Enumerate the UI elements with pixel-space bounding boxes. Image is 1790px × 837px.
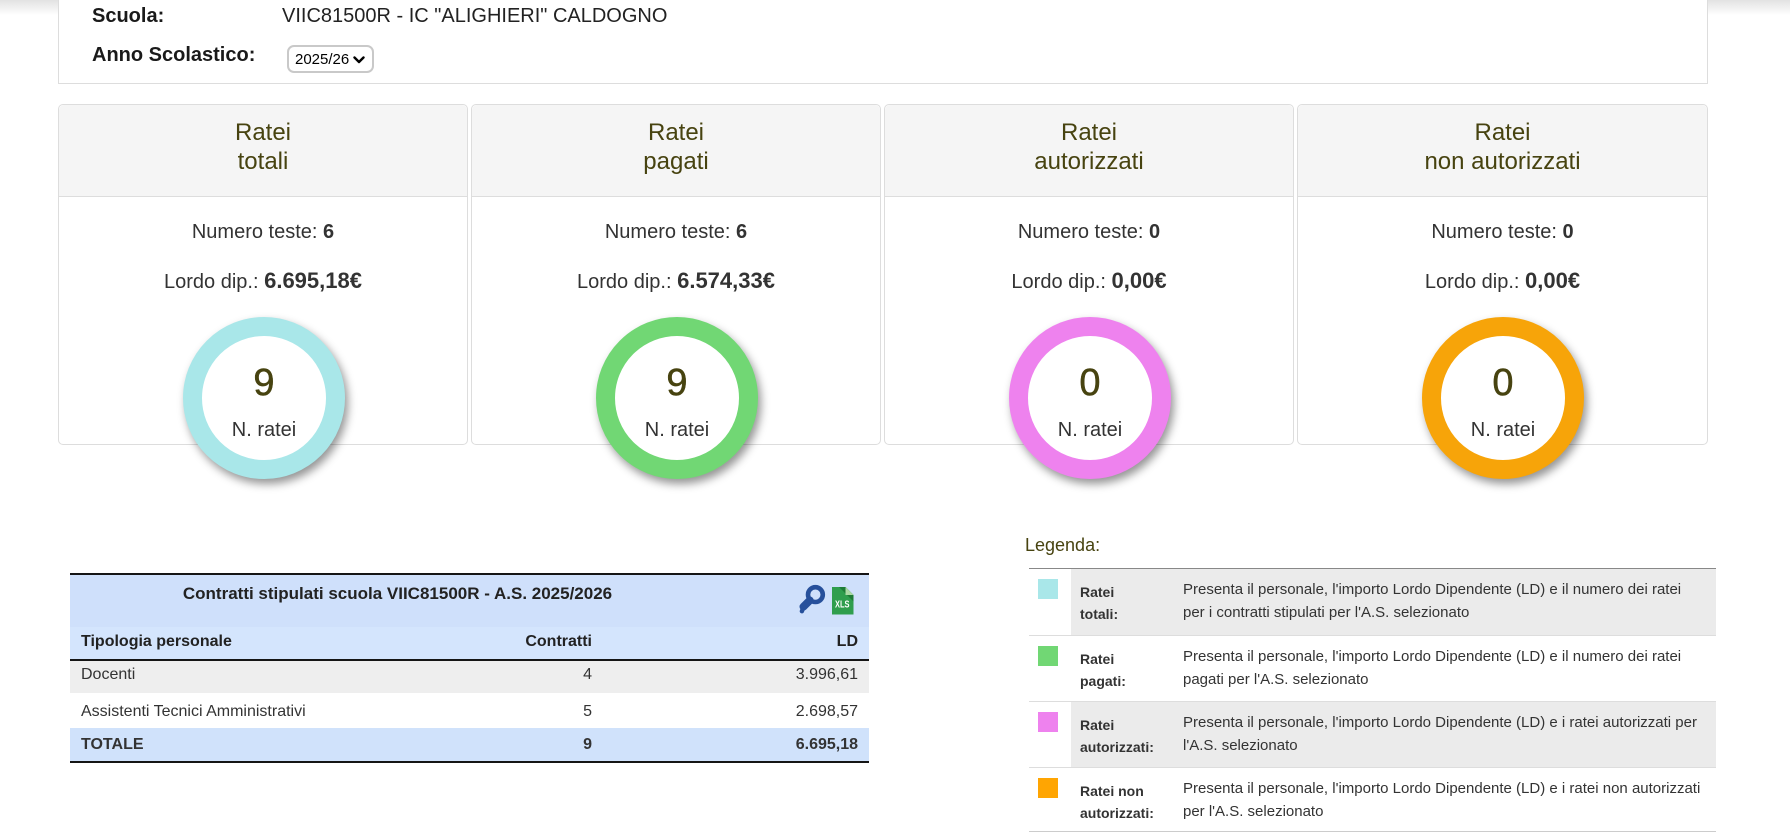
svg-text:XLS: XLS xyxy=(835,599,850,611)
